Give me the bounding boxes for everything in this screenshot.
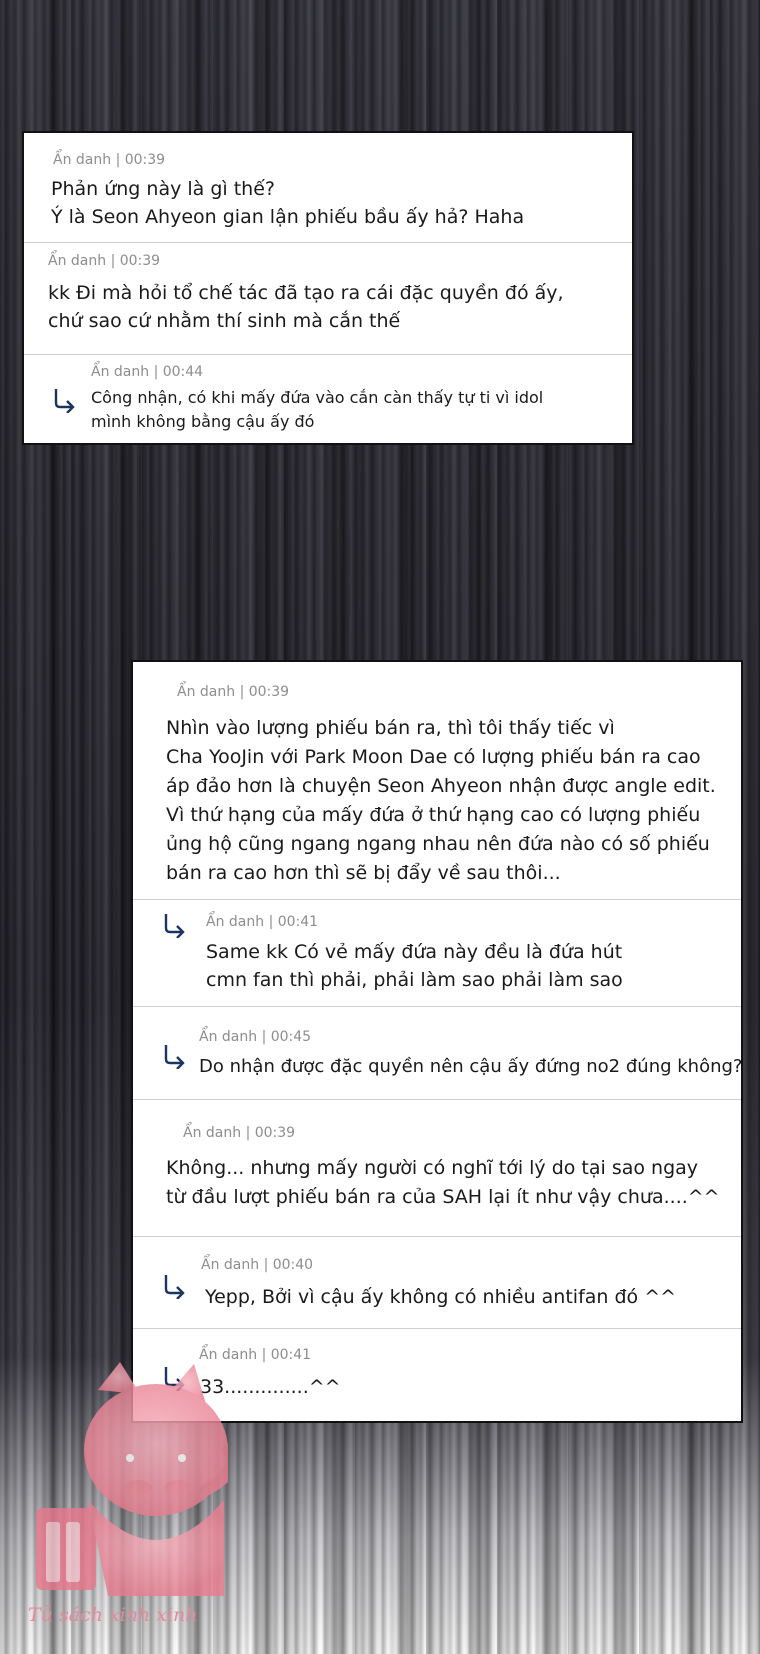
- comment-text-line: Không... nhưng mấy người có nghĩ tới lý …: [166, 1157, 699, 1179]
- comment-meta: Ẩn danh | 00:44: [91, 364, 204, 380]
- comment-text-line: áp đảo hơn là chuyện Seon Ahyeon nhận đư…: [166, 775, 716, 797]
- comment-meta: Ẩn danh | 00:39: [53, 152, 166, 168]
- comment-text-line: Do nhận được đặc quyền nên cậu ấy đứng n…: [199, 1056, 743, 1077]
- comment-text-line: Nhìn vào lượng phiếu bán ra, thì tôi thấ…: [166, 717, 615, 739]
- comment-card-2: Ẩn danh | 00:39 Nhìn vào lượng phiếu bán…: [131, 660, 743, 1423]
- watermark-text: Tủ sách xinh xinh: [28, 1604, 198, 1626]
- reply-1: Ẩn danh | 00:41 Same kk Có vẻ mấy đứa nà…: [133, 900, 741, 1007]
- comment-text-line: từ đầu lượt phiếu bán ra của SAH lại ít …: [166, 1186, 720, 1208]
- comment-text-line: kk Đi mà hỏi tổ chế tác đã tạo ra cái đặ…: [48, 282, 564, 304]
- comment-card-1: Ẩn danh | 00:39 Phản ứng này là gì thế? …: [22, 131, 634, 445]
- comment-meta: Ẩn danh | 00:39: [48, 253, 161, 269]
- reply-arrow-icon: [162, 1273, 186, 1300]
- comment-text-line: chứ sao cứ nhằm thí sinh mà cắn thế: [48, 310, 401, 332]
- comment-text-line: Ý là Seon Ahyeon gian lận phiếu bầu ấy h…: [51, 206, 525, 228]
- comment-2: Ẩn danh | 00:39 kk Đi mà hỏi tổ chế tác …: [24, 243, 632, 355]
- comment-1: Ẩn danh | 00:39 Nhìn vào lượng phiếu bán…: [133, 662, 741, 900]
- comment-text-line: cmn fan thì phải, phải làm sao phải làm …: [206, 969, 623, 991]
- reply-1: Ẩn danh | 00:44 Công nhận, có khi mấy đứ…: [24, 355, 632, 443]
- comment-text-line: Phản ứng này là gì thế?: [51, 178, 275, 200]
- reply-arrow-icon: [162, 1043, 186, 1070]
- comment-text-line: mình không bằng cậu ấy đó: [91, 412, 315, 431]
- comment-2: Ẩn danh | 00:39 Không... nhưng mấy người…: [133, 1100, 741, 1237]
- comment-text-line: Same kk Có vẻ mấy đứa này đều là đứa hút: [206, 941, 623, 963]
- comment-text-line: bán ra cao hơn thì sẽ bị đẩy về sau thôi…: [166, 862, 561, 884]
- comment-text-line: Cha YooJin với Park Moon Dae có lượng ph…: [166, 746, 701, 768]
- comment-meta: Ẩn danh | 00:40: [201, 1257, 314, 1273]
- comment-text-line: Yepp, Bởi vì cậu ấy không có nhiều antif…: [205, 1286, 677, 1308]
- comment-meta: Ẩn danh | 00:39: [177, 684, 290, 700]
- reply-arrow-icon: [52, 387, 76, 414]
- reply-2: Ẩn danh | 00:45 Do nhận được đặc quyền n…: [133, 1007, 743, 1100]
- comment-text-line: Vì thứ hạng của mấy đứa ở thứ hạng cao c…: [166, 804, 701, 826]
- comment-1: Ẩn danh | 00:39 Phản ứng này là gì thế? …: [24, 133, 632, 243]
- comment-text-line: Công nhận, có khi mấy đứa vào cắn càn th…: [91, 388, 544, 407]
- comment-meta: Ẩn danh | 00:41: [206, 914, 319, 930]
- comment-meta: Ẩn danh | 00:39: [183, 1125, 296, 1141]
- reply-3: Ẩn danh | 00:40 Yepp, Bởi vì cậu ấy khôn…: [133, 1237, 741, 1329]
- reply-arrow-icon: [162, 912, 186, 939]
- comment-text-line: ủng hộ cũng ngang ngang nhau nên đứa nào…: [166, 833, 710, 855]
- comment-meta: Ẩn danh | 00:45: [199, 1029, 312, 1045]
